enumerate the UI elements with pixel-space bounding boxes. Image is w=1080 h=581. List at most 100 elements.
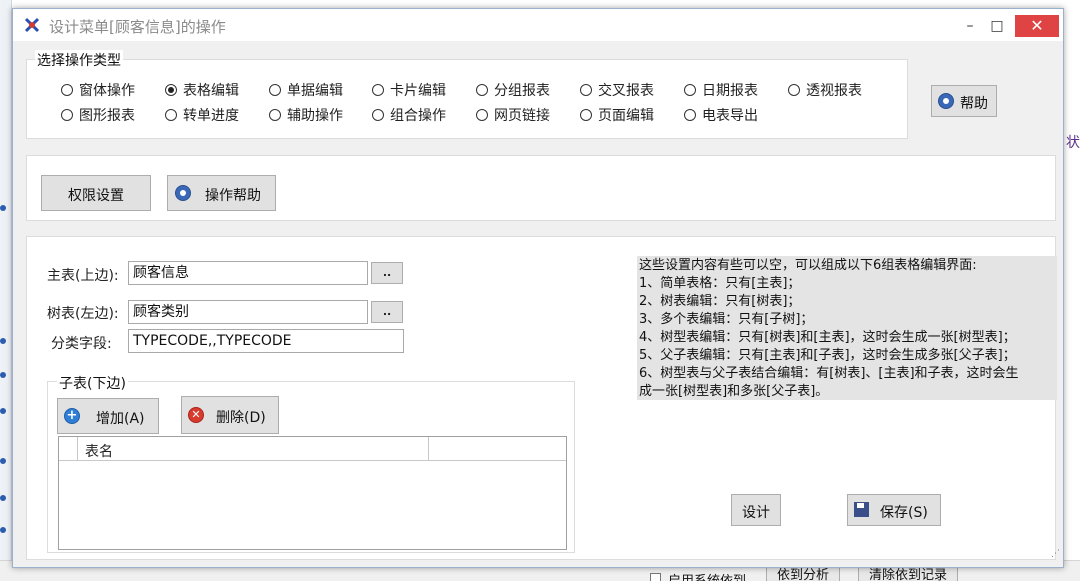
background-bullet (0, 205, 6, 211)
operation-option-11[interactable]: 组合操作 (372, 105, 446, 125)
operation-option-label: 组合操作 (390, 108, 446, 124)
operation-option-9[interactable]: 转单进度 (165, 105, 239, 125)
operation-help-button[interactable]: 操作帮助 (167, 175, 276, 211)
help-note-line: 这些设置内容有些可以空，可以组成以下6组表格编辑界面: (639, 258, 977, 273)
background-checkbox[interactable] (650, 573, 661, 581)
operation-option-6[interactable]: 日期报表 (684, 80, 758, 100)
operation-option-13[interactable]: 页面编辑 (580, 105, 654, 125)
radio-circle-icon[interactable] (372, 109, 384, 121)
help-icon (175, 185, 191, 201)
help-note-line: 1、简单表格：只有[主表]； (639, 276, 801, 291)
operation-help-label: 操作帮助 (205, 188, 261, 204)
radio-circle-icon[interactable] (684, 109, 696, 121)
maximize-button[interactable]: □ (989, 15, 1005, 37)
operation-type-title: 选择操作类型 (35, 50, 123, 70)
operation-option-label: 辅助操作 (287, 108, 343, 124)
operation-option-label: 日期报表 (702, 83, 758, 99)
add-child-label: 增加(A) (96, 411, 145, 427)
category-field-label: 分类字段: (51, 336, 112, 352)
help-notes: 这些设置内容有些可以空，可以组成以下6组表格编辑界面: 1、简单表格：只有[主表]… (637, 256, 1057, 400)
operation-option-label: 窗体操作 (79, 83, 135, 99)
radio-circle-icon[interactable] (684, 84, 696, 96)
operation-option-label: 电表导出 (702, 108, 758, 124)
app-logo-icon (24, 17, 40, 33)
operation-option-3[interactable]: 卡片编辑 (372, 80, 446, 100)
permission-settings-label: 权限设置 (68, 188, 124, 204)
operation-option-label: 页面编辑 (598, 108, 654, 124)
operation-option-label: 转单进度 (183, 108, 239, 124)
operation-option-1[interactable]: 表格编辑 (165, 80, 239, 100)
operation-option-2[interactable]: 单据编辑 (269, 80, 343, 100)
help-note-line: 5、父子表编辑：只有[主表]和[子表]，这时会生成多张[父子表]； (639, 348, 1016, 363)
radio-circle-icon[interactable] (165, 84, 177, 96)
radio-circle-icon[interactable] (61, 109, 73, 121)
background-bullet (0, 458, 6, 464)
design-button[interactable]: 设计 (731, 494, 781, 526)
operation-option-10[interactable]: 辅助操作 (269, 105, 343, 125)
radio-circle-icon[interactable] (476, 109, 488, 121)
operation-option-label: 卡片编辑 (390, 83, 446, 99)
grid-header: 表名 (59, 437, 566, 461)
grid-divider (77, 437, 78, 461)
title-bar: 设计菜单[顾客信息]的操作 – □ ✕ (13, 9, 1063, 41)
save-button-label: 保存(S) (880, 505, 928, 521)
category-field-input[interactable]: TYPECODE,,TYPECODE (128, 329, 404, 353)
operation-option-8[interactable]: 图形报表 (61, 105, 135, 125)
column-header-table-name[interactable]: 表名 (85, 441, 113, 461)
operation-option-12[interactable]: 网页链接 (476, 105, 550, 125)
main-table-browse-button[interactable]: .. (371, 262, 403, 284)
resize-grip-icon[interactable]: ⋰ (1051, 549, 1060, 559)
operation-option-0[interactable]: 窗体操作 (61, 80, 135, 100)
help-note-line: 4、树型表编辑：只有[树表]和[主表]，这时会生成一张[树型表]； (639, 330, 1016, 345)
help-button-label: 帮助 (960, 96, 988, 112)
help-button[interactable]: 帮助 (931, 85, 997, 117)
minimize-button[interactable]: – (963, 15, 977, 37)
operation-option-5[interactable]: 交叉报表 (580, 80, 654, 100)
main-table-label: 主表(上边): (47, 268, 119, 284)
delete-child-label: 删除(D) (216, 410, 266, 426)
operation-option-label: 网页链接 (494, 108, 550, 124)
radio-circle-icon[interactable] (165, 109, 177, 121)
operation-option-14[interactable]: 电表导出 (684, 105, 758, 125)
operation-option-4[interactable]: 分组报表 (476, 80, 550, 100)
background-clear-button[interactable]: 清除依到记录 (858, 567, 959, 581)
window-title: 设计菜单[顾客信息]的操作 (49, 18, 226, 36)
tree-table-browse-button[interactable]: .. (371, 301, 403, 323)
child-table-grid[interactable]: 表名 (58, 436, 567, 550)
child-table-title: 子表(下边) (57, 373, 128, 393)
radio-circle-icon[interactable] (580, 84, 592, 96)
operation-option-label: 透视报表 (806, 83, 862, 99)
grid-divider (428, 437, 429, 461)
tree-table-field[interactable]: 顾客类别 (128, 300, 368, 324)
delete-child-button[interactable]: ✕ 删除(D) (181, 396, 279, 434)
save-button[interactable]: 保存(S) (847, 494, 941, 526)
help-note-line: 2、树表编辑：只有[树表]； (639, 294, 801, 309)
radio-circle-icon[interactable] (580, 109, 592, 121)
background-bullet (0, 408, 6, 414)
permission-settings-button[interactable]: 权限设置 (41, 175, 151, 211)
background-analysis-button[interactable]: 依到分析 (766, 567, 841, 581)
operation-type-group (26, 59, 908, 139)
background-status-label: 状 (1066, 135, 1080, 151)
background-bullet (0, 338, 6, 344)
radio-circle-icon[interactable] (476, 84, 488, 96)
operation-option-7[interactable]: 透视报表 (788, 80, 862, 100)
radio-circle-icon[interactable] (61, 84, 73, 96)
close-button[interactable]: ✕ (1015, 15, 1059, 37)
radio-circle-icon[interactable] (269, 84, 281, 96)
radio-circle-icon[interactable] (788, 84, 800, 96)
help-note-line: 3、多个表编辑：只有[子树]； (639, 312, 814, 327)
delete-icon: ✕ (188, 407, 204, 423)
background-bullet (0, 527, 6, 533)
design-button-label: 设计 (742, 505, 770, 521)
main-table-field[interactable]: 顾客信息 (128, 261, 368, 285)
tree-table-label: 树表(左边): (47, 306, 119, 322)
add-icon: + (64, 408, 80, 424)
radio-circle-icon[interactable] (269, 109, 281, 121)
save-icon (854, 502, 869, 517)
add-child-button[interactable]: + 增加(A) (57, 398, 159, 434)
radio-circle-icon[interactable] (372, 84, 384, 96)
background-left-panel (0, 0, 12, 581)
operation-option-label: 单据编辑 (287, 83, 343, 99)
help-note-line: 6、树型表与父子表结合编辑：有[树表]、[主表]和子表，这时会生 (639, 366, 1019, 381)
